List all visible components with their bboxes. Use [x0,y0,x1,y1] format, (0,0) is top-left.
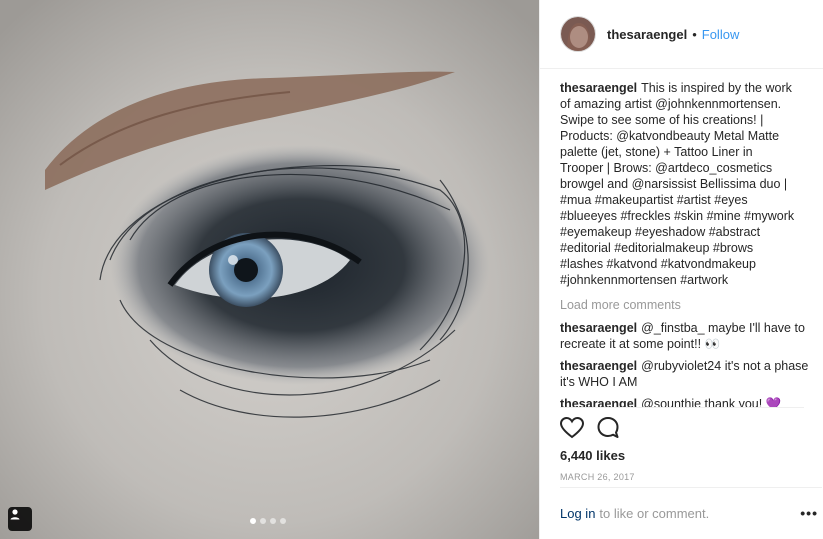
comments-section: thesaraengel This is inspired by the work… [560,80,822,407]
comment-username[interactable]: thesaraengel [560,397,637,407]
post-side-panel: thesaraengel • Follow thesaraengel This i… [539,0,823,539]
post-actions [559,407,804,447]
caption-line: browgel and @narsissist Bellissima duo | [560,177,788,191]
likes-count[interactable]: 6,440 likes [560,448,625,463]
comment-item: thesaraengel @_finstba_ maybe I'll have t… [560,320,822,352]
comment-item: thesaraengel @rubyviolet24 it's not a pha… [560,358,822,390]
caption-line: #johnkennmortensen #artwork [560,273,729,287]
caption-line: Products: @katvondbeauty Metal Matte [560,129,780,143]
login-prompt-text: to like or comment. [599,506,710,521]
heart-icon [559,416,585,439]
follow-button[interactable]: Follow [702,27,740,42]
comment-icon [597,417,619,438]
caption-line: #blueeyes #freckles #skin #mine #mywork [560,209,795,223]
caption-line: #mua #makeupartist #artist #eyes [560,193,748,207]
more-options-button[interactable]: ••• [800,505,818,521]
caption-username[interactable]: thesaraengel [560,81,637,95]
user-tag-icon [10,509,20,520]
separator-dot: • [692,26,697,42]
carousel-dot [250,518,256,524]
username-link[interactable]: thesaraengel [607,27,687,42]
post-photo[interactable] [0,0,539,539]
carousel-indicator [250,518,286,524]
caption-line: #lashes #katvond #katvondmakeup [560,257,756,271]
caption-line: of amazing artist @johnkennmortensen. [560,97,782,111]
user-tag-button[interactable] [8,507,32,531]
eye-makeup-image [0,0,539,539]
load-more-comments-link[interactable]: Load more comments [560,297,822,313]
caption: thesaraengel This is inspired by the work… [560,80,822,288]
caption-line: palette (jet, stone) + Tattoo Liner in [560,145,753,159]
caption-line: Trooper | Brows: @artdeco_cosmetics [560,161,773,175]
caption-line: #editorial #editorialmakeup #brows [560,241,754,255]
comment-text: @sounthie thank you! 💜 [641,397,782,407]
carousel-dot [280,518,286,524]
post-date: MARCH 26, 2017 [560,472,635,482]
caption-line: This is inspired by the work [641,81,792,95]
comment-item: thesaraengel @sounthie thank you! 💜 [560,396,822,407]
carousel-dot [270,518,276,524]
comment-username[interactable]: thesaraengel [560,359,637,373]
login-link[interactable]: Log in [560,506,595,521]
login-bar: Log in to like or comment. ••• [560,487,822,539]
comment-button[interactable] [596,416,620,445]
avatar-image [561,17,595,51]
like-button[interactable] [559,416,585,444]
caption-line: #eyemakeup #eyeshadow #abstract [560,225,761,239]
avatar[interactable] [560,16,596,52]
post-header: thesaraengel • Follow [540,0,823,69]
carousel-dot [260,518,266,524]
caption-line: Swipe to see some of his creations! | [560,113,764,127]
comment-username[interactable]: thesaraengel [560,321,637,335]
